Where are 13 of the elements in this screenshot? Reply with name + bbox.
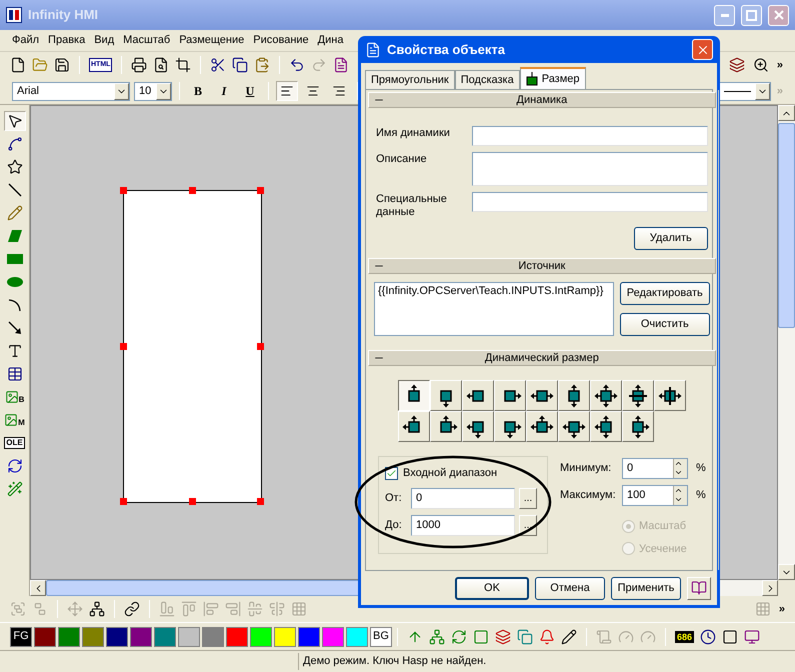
field-label: Специальные данные [376,192,448,219]
range-label: От: [385,490,403,506]
status-message: Демо режим. Ключ Hasp не найден. [298,653,795,670]
dialog-title: Свойства объекта [387,40,506,59]
window-title: Infinity HMI [28,6,100,24]
unit-label: % [696,488,706,504]
unit-label: % [696,461,706,476]
field-label: Имя динамики [376,126,451,141]
checkbox-label: Входной диапазон [403,466,498,481]
percent-label: Максимум: [560,488,617,504]
field-label: Описание [376,152,428,167]
range-label: До: [385,518,403,533]
percent-label: Минимум: [560,461,612,476]
